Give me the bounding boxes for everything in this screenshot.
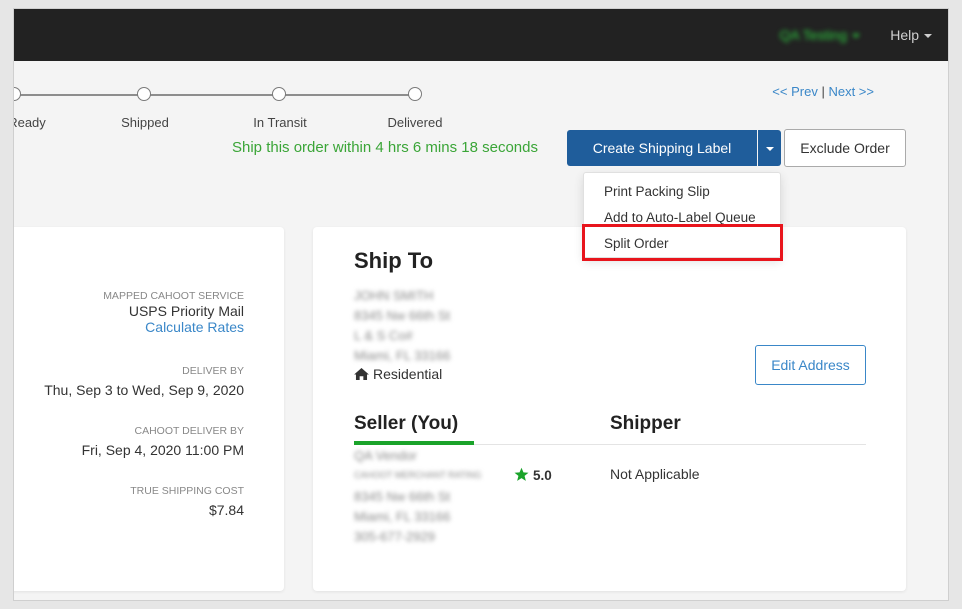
menu-item-add-auto-label-queue[interactable]: Add to Auto-Label Queue: [584, 205, 780, 231]
ship-to-city: Miami, FL 33166: [354, 348, 451, 363]
seller-rating-caption: CAHOOT MERCHANT RATING: [354, 470, 482, 480]
ship-to-street: 8345 Nw 66th St: [354, 308, 451, 323]
menu-item-print-packing-slip[interactable]: Print Packing Slip: [584, 179, 780, 205]
home-icon: [354, 368, 369, 380]
calculate-rates-link[interactable]: Calculate Rates: [145, 319, 244, 335]
seller-phone: 305-677-2929: [354, 529, 435, 544]
seller-city: Miami, FL 33166: [354, 509, 451, 524]
edit-address-button[interactable]: Edit Address: [755, 345, 866, 385]
seller-rating-value: 5.0: [533, 468, 552, 483]
step-delivered-dot: [408, 87, 422, 101]
mapped-service-value: USPS Priority Mail: [128, 303, 244, 319]
create-label-dropdown-menu: Print Packing Slip Add to Auto-Label Que…: [583, 172, 781, 258]
order-pager: << Prev | Next >>: [772, 84, 874, 99]
user-menu[interactable]: QA Testing: [780, 27, 860, 43]
residential-indicator: Residential: [354, 366, 442, 382]
shipping-details-card: MAPPED CAHOOT SERVICE USPS Priority Mail…: [14, 227, 284, 591]
step-label-in-transit: In Transit: [253, 115, 307, 130]
help-menu[interactable]: Help: [890, 27, 932, 43]
star-icon: [514, 467, 529, 481]
tab-seller[interactable]: Seller (You): [354, 413, 458, 435]
step-shipped-dot: [137, 87, 151, 101]
seller-vendor: QA Vendor: [354, 448, 417, 463]
create-shipping-label-button[interactable]: Create Shipping Label: [567, 130, 757, 166]
create-label-dropdown-toggle[interactable]: [758, 130, 781, 166]
true-shipping-cost-label: TRUE SHIPPING COST: [130, 485, 244, 497]
shipper-value: Not Applicable: [610, 466, 700, 482]
ship-to-title: Ship To: [354, 248, 434, 273]
cahoot-deliver-by-label: CAHOOT DELIVER BY: [134, 425, 244, 437]
menu-item-split-order[interactable]: Split Order: [584, 231, 780, 257]
caret-down-icon: [765, 146, 774, 151]
seller-street: 8345 Nw 66th St: [354, 489, 451, 504]
pager-separator: |: [821, 84, 825, 99]
mapped-service-label: MAPPED CAHOOT SERVICE: [103, 290, 244, 302]
progress-track: [14, 94, 417, 96]
app-frame: QA Testing Help Ready Shipped In Transit…: [14, 9, 948, 600]
seller-rating: 5.0: [514, 467, 552, 483]
tab-shipper[interactable]: Shipper: [610, 413, 681, 435]
step-label-ready: Ready: [14, 115, 46, 130]
user-menu-label: QA Testing: [779, 27, 847, 43]
residential-label: Residential: [373, 366, 443, 382]
cahoot-deliver-by-value: Fri, Sep 4, 2020 11:00 PM: [81, 442, 244, 458]
deliver-by-value: Thu, Sep 3 to Wed, Sep 9, 2020: [44, 382, 244, 398]
step-ready-dot: [14, 87, 21, 101]
prev-link[interactable]: << Prev: [772, 84, 818, 99]
caret-down-icon: [852, 34, 860, 39]
deliver-by-label: DELIVER BY: [182, 365, 244, 377]
step-label-delivered: Delivered: [387, 115, 443, 130]
caret-down-icon: [924, 34, 932, 39]
true-shipping-cost-value: $7.84: [208, 502, 244, 518]
active-tab-indicator: [354, 441, 474, 445]
step-label-shipped: Shipped: [121, 115, 169, 130]
exclude-order-button[interactable]: Exclude Order: [784, 129, 906, 167]
help-menu-label: Help: [890, 27, 919, 43]
ship-to-name: JOHN SMITH: [354, 288, 434, 303]
top-navbar: QA Testing Help: [14, 9, 948, 61]
next-link[interactable]: Next >>: [828, 84, 874, 99]
ship-countdown: Ship this order within 4 hrs 6 mins 18 s…: [232, 139, 538, 156]
ship-to-card: Ship To JOHN SMITH 8345 Nw 66th St L & S…: [313, 227, 906, 591]
step-in-transit-dot: [272, 87, 286, 101]
ship-to-company: L & S Co#: [354, 328, 413, 343]
